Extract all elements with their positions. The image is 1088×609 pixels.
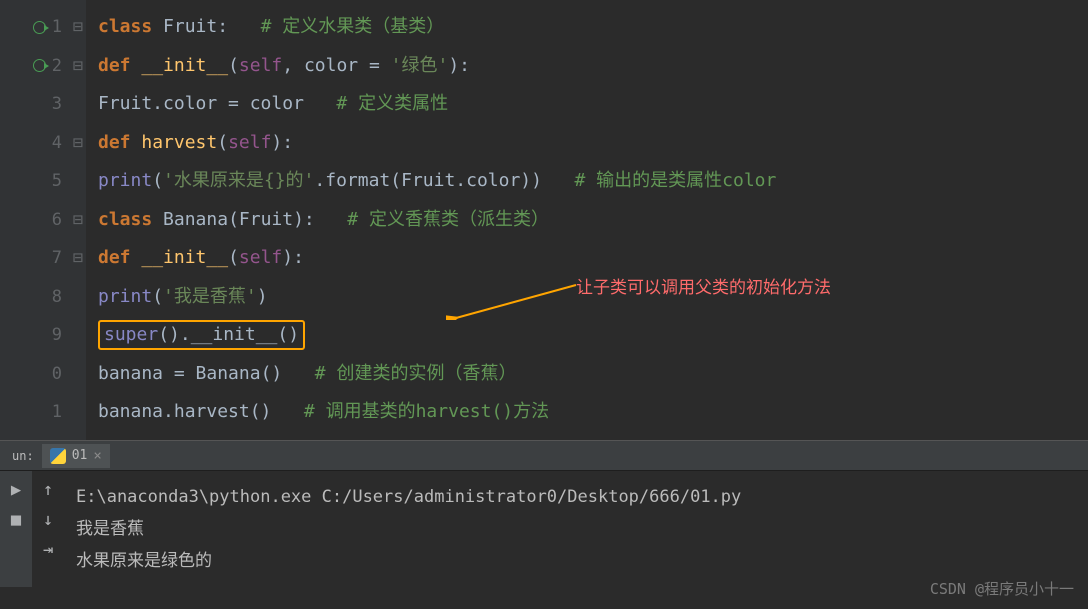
stop-icon[interactable]: ■ xyxy=(5,509,27,531)
line-number: 3 xyxy=(52,94,62,114)
fold-toggle[interactable]: ⊟ xyxy=(70,47,86,86)
run-tool-window: un: 01 × ▶ ■ ↑ ↓ ⇥ E:\anaconda3\python.e… xyxy=(0,441,1088,587)
wrap-icon[interactable]: ⇥ xyxy=(37,539,59,561)
code-line: banana.harvest() # 调用基类的harvest()方法 xyxy=(98,393,1088,432)
line-number: 0 xyxy=(52,364,62,384)
code-line: def __init__(self, color = '绿色'): xyxy=(98,47,1088,86)
line-number-gutter: 1 2 3 4 5 6 7 8 9 0 1 xyxy=(0,0,70,440)
code-line: def harvest(self): xyxy=(98,124,1088,163)
run-tab-bar: un: 01 × xyxy=(0,441,1088,471)
highlighted-code: super().__init__() xyxy=(98,320,305,350)
python-icon xyxy=(50,448,66,464)
run-toolbar: ▶ ■ xyxy=(0,471,32,587)
tab-title: 01 xyxy=(72,448,88,463)
run-tab[interactable]: 01 × xyxy=(42,444,110,468)
fold-toggle[interactable]: ⊟ xyxy=(70,8,86,47)
output-toolbar: ↑ ↓ ⇥ xyxy=(32,471,64,587)
fold-toggle[interactable]: ⊟ xyxy=(70,124,86,163)
line-number: 1 xyxy=(52,17,62,37)
line-number: 8 xyxy=(52,287,62,307)
code-line: class Banana(Fruit): # 定义香蕉类（派生类） xyxy=(98,201,1088,240)
code-content[interactable]: class Fruit: # 定义水果类（基类） def __init__(se… xyxy=(86,0,1088,440)
run-method-icon[interactable] xyxy=(33,59,46,72)
line-number: 9 xyxy=(52,325,62,345)
annotation-text: 让子类可以调用父类的初始化方法 xyxy=(576,273,831,298)
fold-toggle[interactable]: ⊟ xyxy=(70,201,86,240)
fold-toggle[interactable]: ⊟ xyxy=(70,239,86,278)
code-line: super().__init__() xyxy=(98,316,1088,355)
line-number: 6 xyxy=(52,210,62,230)
output-line: E:\anaconda3\python.exe C:/Users/adminis… xyxy=(76,487,741,507)
console-output[interactable]: E:\anaconda3\python.exe C:/Users/adminis… xyxy=(64,471,1088,587)
up-icon[interactable]: ↑ xyxy=(37,479,59,501)
close-icon[interactable]: × xyxy=(93,448,101,464)
output-line: 水果原来是绿色的 xyxy=(76,551,212,571)
line-number: 4 xyxy=(52,133,62,153)
annotation-arrow xyxy=(446,280,586,320)
output-line: 我是香蕉 xyxy=(76,519,144,539)
line-number: 5 xyxy=(52,171,62,191)
rerun-icon[interactable]: ▶ xyxy=(5,479,27,501)
watermark: CSDN @程序员小十一 xyxy=(930,578,1074,599)
down-icon[interactable]: ↓ xyxy=(37,509,59,531)
code-line: print('水果原来是{}的'.format(Fruit.color)) # … xyxy=(98,162,1088,201)
line-number: 2 xyxy=(52,56,62,76)
run-label: un: xyxy=(4,449,42,463)
run-class-icon[interactable] xyxy=(33,21,46,34)
code-line: class Fruit: # 定义水果类（基类） xyxy=(98,8,1088,47)
code-line: Fruit.color = color # 定义类属性 xyxy=(98,85,1088,124)
code-line: banana = Banana() # 创建类的实例（香蕉） xyxy=(98,355,1088,394)
code-editor[interactable]: 1 2 3 4 5 6 7 8 9 0 1 ⊟ ⊟ ⊟ ⊟ ⊟ class Fr… xyxy=(0,0,1088,440)
line-number: 7 xyxy=(52,248,62,268)
fold-column: ⊟ ⊟ ⊟ ⊟ ⊟ xyxy=(70,0,86,440)
line-number: 1 xyxy=(52,402,62,422)
code-line: def __init__(self): xyxy=(98,239,1088,278)
